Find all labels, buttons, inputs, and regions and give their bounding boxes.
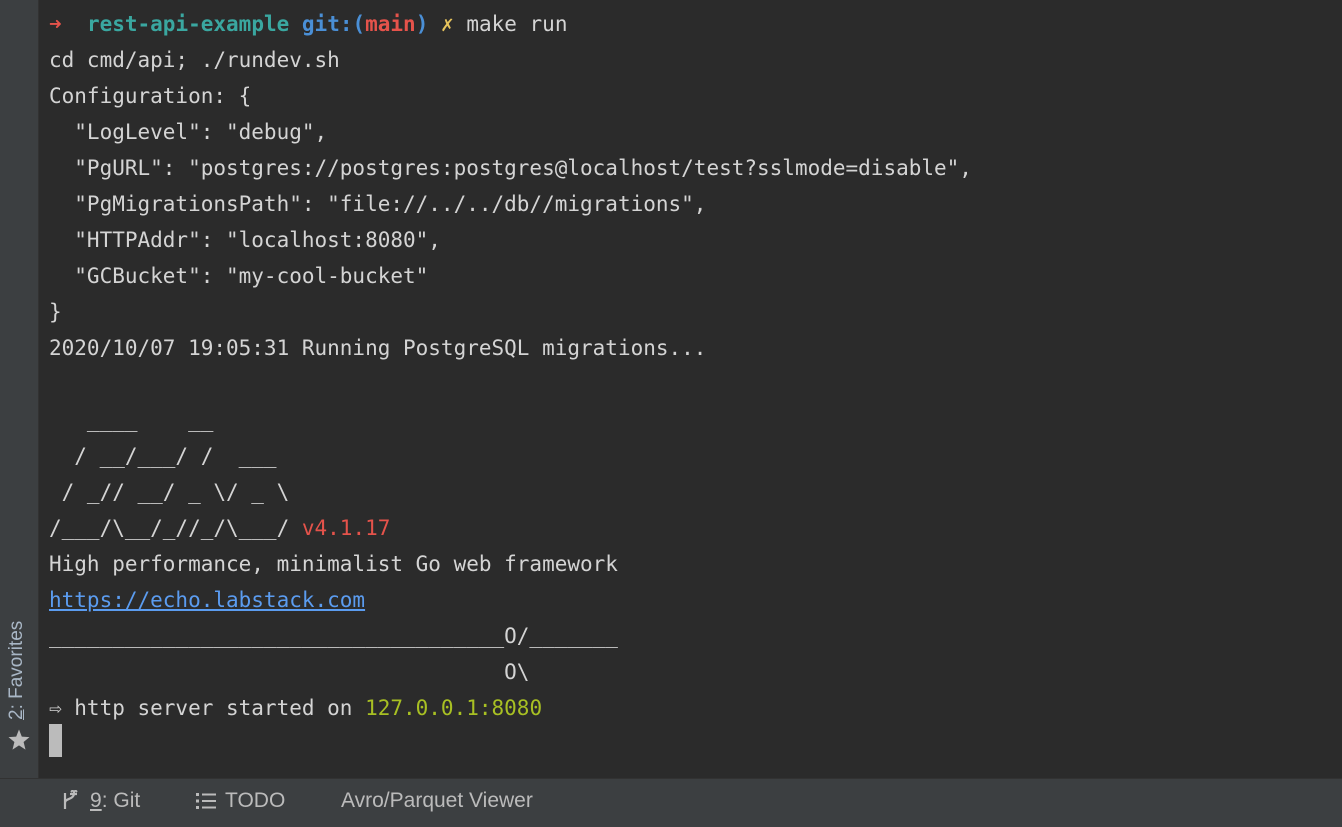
list-icon [196,793,216,809]
output-line: cd cmd/api; ./rundev.sh [49,48,340,72]
banner-line: / _// __/ _ \/ _ \ [49,480,290,504]
echo-url-link[interactable]: https://echo.labstack.com [49,582,365,618]
left-tool-strip: 2: Favorites [0,0,39,778]
avro-parquet-viewer-tab[interactable]: Avro/Parquet Viewer [341,779,533,823]
banner-line: ____ __ [49,408,214,432]
server-started-line: ⇨ http server started on 127.0.0.1:8080 [49,696,543,720]
terminal-cursor [49,724,62,757]
banner-line: / __/___/ / ___ [49,444,277,468]
prompt-line: ➜ rest-api-example git:(main) ✗ make run [49,12,568,36]
terminal-output[interactable]: ➜ rest-api-example git:(main) ✗ make run… [39,0,1342,778]
output-line: "LogLevel": "debug", [49,120,328,144]
output-line: "HTTPAddr": "localhost:8080", [49,228,441,252]
echo-version: v4.1.17 [301,516,391,540]
bottom-tool-bar: 9: Git TODO Avro/Parquet Viewer [0,778,1342,827]
star-icon[interactable] [7,728,31,752]
server-address: 127.0.0.1:8080 [365,696,543,720]
todo-tool-tab[interactable]: TODO [195,779,285,823]
avro-parquet-viewer-label: Avro/Parquet Viewer [341,789,533,812]
git-tool-tab[interactable]: 9: Git [60,779,140,823]
output-line: "GCBucket": "my-cool-bucket" [49,264,429,288]
favorites-tab-label: 2: Favorites [6,620,27,720]
banner-line: ____________________________________O/__… [49,624,618,648]
todo-label: TODO [225,789,286,812]
output-line: "PgURL": "postgres://postgres:postgres@l… [49,156,972,180]
output-line: 2020/10/07 19:05:31 Running PostgreSQL m… [49,336,707,360]
git-branch-icon [63,790,78,809]
output-line: High performance, minimalist Go web fram… [49,552,618,576]
output-line: } [49,300,62,324]
banner-line: O\ [49,660,530,684]
banner-line: /___/\__/_//_/\___/ v4.1.17 [49,516,391,540]
output-line: Configuration: { [49,84,252,108]
output-line: "PgMigrationsPath": "file://../../db//mi… [49,192,707,216]
